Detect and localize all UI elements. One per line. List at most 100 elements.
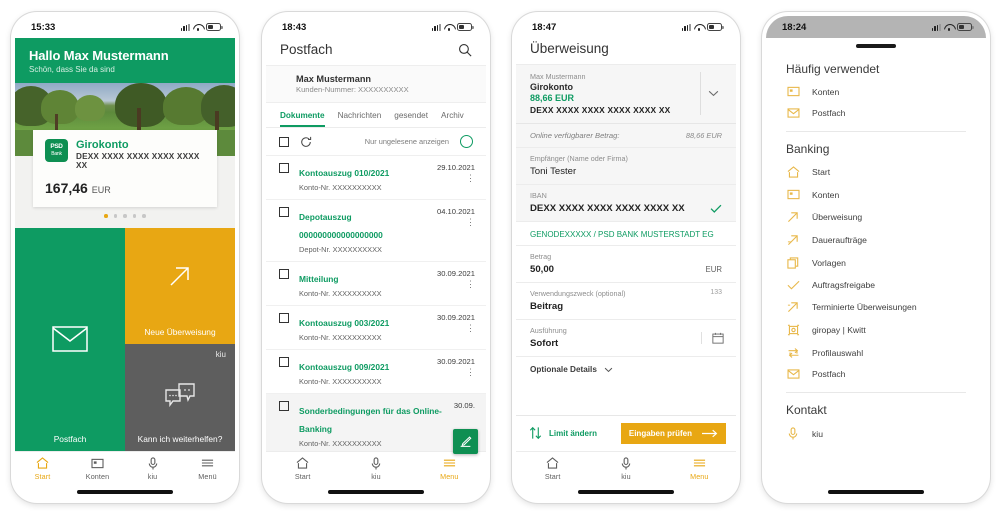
purpose-char-counter: 133 [710,289,722,296]
carousel-dots[interactable] [15,214,235,218]
tab-kiu[interactable]: kiu [589,456,662,481]
microphone-icon [786,427,800,440]
table-row[interactable]: Kontoauszug 009/2021 Konto-Nr. XXXXXXXXX… [266,350,486,394]
menu-item-label: Konten [812,189,840,200]
menu-item-vorlagen[interactable]: Vorlagen [766,252,986,275]
greeting-subtitle: Schön, dass Sie da sind [29,65,115,74]
phone-home: 15:33 Hallo Max Mustermann Schön, dass S… [11,12,239,503]
check-icon [710,204,722,213]
status-bar: 18:24 [766,16,986,38]
row-checkbox[interactable] [279,207,289,217]
section-title-haeufig: Häufig verwendet [786,61,880,76]
page-title: Postfach [280,42,333,57]
tab-menu[interactable]: Menu [413,457,486,481]
account-owner: Max Mustermann [530,72,586,81]
menu-item-postfach[interactable]: Postfach [766,103,986,124]
row-subtitle: Konto-Nr. XXXXXXXXXX [299,377,382,386]
menu-item-konten-banking[interactable]: Konten [766,184,986,206]
tile-neue-ueberweisung[interactable]: Neue Überweisung [125,227,235,344]
available-amount-row: Online verfügbarer Betrag: 88,66 EUR [516,123,736,147]
menu-list: Häufig verwendet Konten Postfach Banking [766,52,986,485]
hamburger-icon [413,457,486,470]
menu-item-label: Überweisung [812,212,863,223]
purpose-field[interactable]: 133 Verwendungszweck (optional) Beitrag [516,282,736,319]
hamburger-icon [663,457,736,470]
row-menu-icon[interactable]: ⋮ [437,217,475,226]
tab-menu[interactable]: Menu [663,457,736,481]
menu-item-giropay-kwitt[interactable]: giropay | Kwitt [766,319,986,342]
accounts-icon [786,86,800,97]
row-checkbox[interactable] [279,401,289,411]
giropay-icon [786,324,800,336]
source-account-selector[interactable]: Max Mustermann Girokonto 88,66 EUR DEXX … [516,64,736,123]
chevron-down-icon[interactable] [700,72,726,115]
tab-nachrichten[interactable]: Nachrichten [338,111,382,127]
row-menu-icon[interactable]: ⋮ [437,367,475,376]
recipient-field[interactable]: Empfänger (Name oder Firma) Toni Tester [516,147,736,184]
tab-menu[interactable]: Menü [180,457,235,481]
unread-toggle[interactable] [460,135,473,148]
tab-kiu[interactable]: kiu [125,456,180,481]
row-checkbox[interactable] [279,269,289,279]
row-checkbox[interactable] [279,357,289,367]
row-menu-icon[interactable]: ⋮ [437,279,475,288]
compose-button[interactable] [453,429,478,454]
row-title: Mitteilung [299,274,339,284]
table-row[interactable]: Depotauszug 000000000000000000 Depot-Nr.… [266,200,486,262]
refresh-icon[interactable] [300,136,312,148]
tab-gesendet[interactable]: gesendet [394,111,428,127]
amount-field[interactable]: Betrag 50,00 EUR [516,245,736,282]
row-checkbox[interactable] [279,163,289,173]
execution-field[interactable]: Ausführung Sofort [516,319,736,356]
amount-value: 50,00 [530,264,555,275]
tab-start[interactable]: Start [516,457,589,481]
iban-field[interactable]: IBAN DEXX XXXX XXXX XXXX XXXX XX [516,184,736,221]
table-row[interactable]: Kontoauszug 003/2021 Konto-Nr. XXXXXXXXX… [266,306,486,350]
hero-photo [15,83,235,130]
tab-konten[interactable]: Konten [70,457,125,481]
tile-kiu-help[interactable]: kiu Kann ich weiterhelfen? [125,343,235,451]
tile-postfach[interactable]: Postfach [15,227,125,451]
battery-icon [206,23,223,31]
row-menu-icon[interactable]: ⋮ [437,323,475,332]
tab-start-label: Start [294,471,311,481]
menu-item-postfach-banking[interactable]: Postfach [766,364,986,385]
menu-item-ueberweisung[interactable]: Überweisung [766,206,986,229]
menu-item-dauerauftraege[interactable]: Daueraufträge [766,229,986,252]
menu-item-kiu[interactable]: kiu [766,422,986,446]
menu-item-terminierte-ueberweisungen[interactable]: Terminierte Überweisungen [766,296,986,319]
phone-postfach: 18:43 Postfach Max Mustermann Kunden-Num… [262,12,490,503]
table-row[interactable]: Mitteilung Konto-Nr. XXXXXXXXXX 30.09.20… [266,262,486,306]
calendar-icon[interactable] [701,332,724,344]
search-icon[interactable] [458,43,472,57]
home-icon [15,457,70,470]
submit-button[interactable]: Eingaben prüfen [620,422,726,444]
tab-archiv[interactable]: Archiv [441,111,464,127]
menu-item-konten[interactable]: Konten [766,81,986,103]
table-row[interactable]: Kontoauszug 010/2021 Konto-Nr. XXXXXXXXX… [266,156,486,200]
tab-start[interactable]: Start [15,457,70,481]
optional-details-toggle[interactable]: Optionale Details [516,356,736,382]
row-subtitle: Konto-Nr. XXXXXXXXXX [299,333,382,342]
phone-menu: 18:24 Häufig verwendet Konten Postfach B… [762,12,990,503]
row-subtitle: Konto-Nr. XXXXXXXXXX [299,289,382,298]
row-checkbox[interactable] [279,313,289,323]
menu-item-profilauswahl[interactable]: Profilauswahl [766,342,986,364]
menu-item-auftragsfreigabe[interactable]: Auftragsfreigabe [766,275,986,296]
arrow-up-right-icon [786,301,800,313]
home-icon [786,166,800,178]
change-limit-button[interactable]: Limit ändern [529,426,597,440]
tab-kiu-label: kiu [147,471,158,481]
status-bar: 18:43 [266,16,486,38]
sheet-drag-handle[interactable] [766,38,986,52]
arrow-up-right-icon [786,211,800,223]
tab-kiu[interactable]: kiu [339,456,412,481]
row-menu-icon[interactable]: ⋮ [437,173,475,182]
tab-start[interactable]: Start [266,457,339,481]
row-title: Kontoauszug 010/2021 [299,168,390,178]
menu-item-start[interactable]: Start [766,161,986,184]
tab-dokumente[interactable]: Dokumente [280,111,325,127]
select-all-checkbox[interactable] [279,136,289,147]
account-card[interactable]: PSD Bank Girokonto DEXX XXXX XXXX XXXX X… [33,130,217,208]
menu-item-label: Start [812,167,831,178]
